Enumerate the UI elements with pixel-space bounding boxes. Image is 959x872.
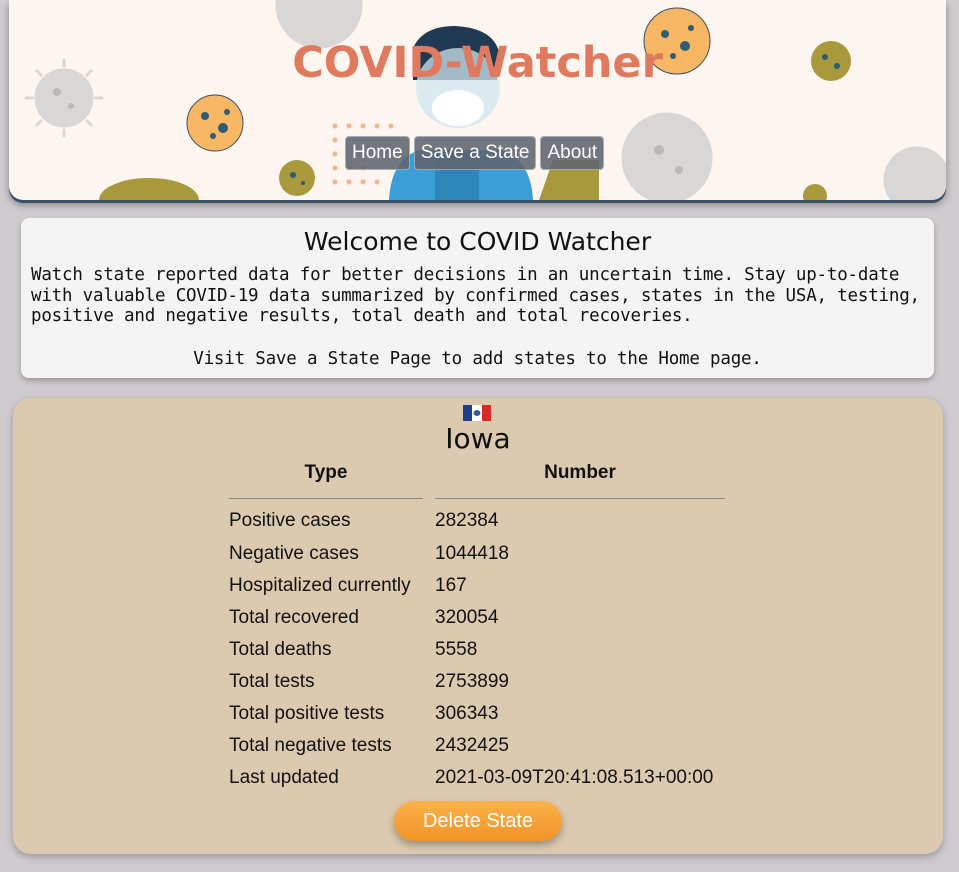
row-label: Negative cases	[229, 543, 359, 564]
main-nav: Home Save a State About	[345, 136, 605, 170]
nav-save-state-button[interactable]: Save a State	[413, 136, 537, 170]
row-label: Total recovered	[229, 607, 359, 628]
site-header: COVID-Watcher Home Save a State About	[9, 0, 946, 200]
iowa-flag-icon	[463, 405, 491, 421]
state-card: Iowa Type Number Positive cases 282384 N…	[13, 398, 943, 854]
row-label: Hospitalized currently	[229, 575, 411, 596]
header-divider	[435, 498, 725, 499]
welcome-intro: Watch state reported data for better dec…	[31, 265, 931, 327]
row-label: Total positive tests	[229, 703, 385, 724]
nav-home-button[interactable]: Home	[345, 136, 410, 170]
welcome-heading: Welcome to COVID Watcher	[303, 227, 652, 256]
row-label: Total deaths	[229, 639, 332, 660]
column-header-number: Number	[544, 462, 616, 483]
state-name: Iowa	[445, 422, 511, 455]
row-value: 2021-03-09T20:41:08.513+00:00	[435, 767, 714, 788]
row-value: 167	[435, 575, 467, 596]
header-divider	[229, 498, 423, 499]
site-title: COVID-Watcher	[292, 38, 663, 88]
delete-state-button[interactable]: Delete State	[394, 801, 562, 841]
row-label: Positive cases	[229, 510, 351, 531]
row-value: 5558	[435, 639, 478, 660]
welcome-intro-line: positive and negative results, total dea…	[31, 306, 693, 326]
row-label: Last updated	[229, 767, 339, 788]
column-header-type: Type	[304, 462, 348, 483]
welcome-intro-line: Watch state reported data for better dec…	[31, 265, 900, 285]
row-value: 282384	[435, 510, 499, 531]
welcome-visit-text: Visit Save a State Page to add states to…	[193, 349, 762, 369]
nav-about-button[interactable]: About	[540, 136, 605, 170]
welcome-intro-line: with valuable COVID-19 data summarized b…	[31, 285, 920, 306]
row-label: Total negative tests	[229, 735, 392, 756]
row-label: Total tests	[229, 671, 315, 692]
row-value: 306343	[435, 703, 499, 724]
row-value: 1044418	[435, 543, 509, 564]
row-value: 2432425	[435, 735, 509, 756]
welcome-panel: Welcome to COVID Watcher Watch state rep…	[21, 218, 934, 378]
row-value: 320054	[435, 607, 499, 628]
row-value: 2753899	[435, 671, 509, 692]
virus-illustration	[24, 0, 946, 200]
